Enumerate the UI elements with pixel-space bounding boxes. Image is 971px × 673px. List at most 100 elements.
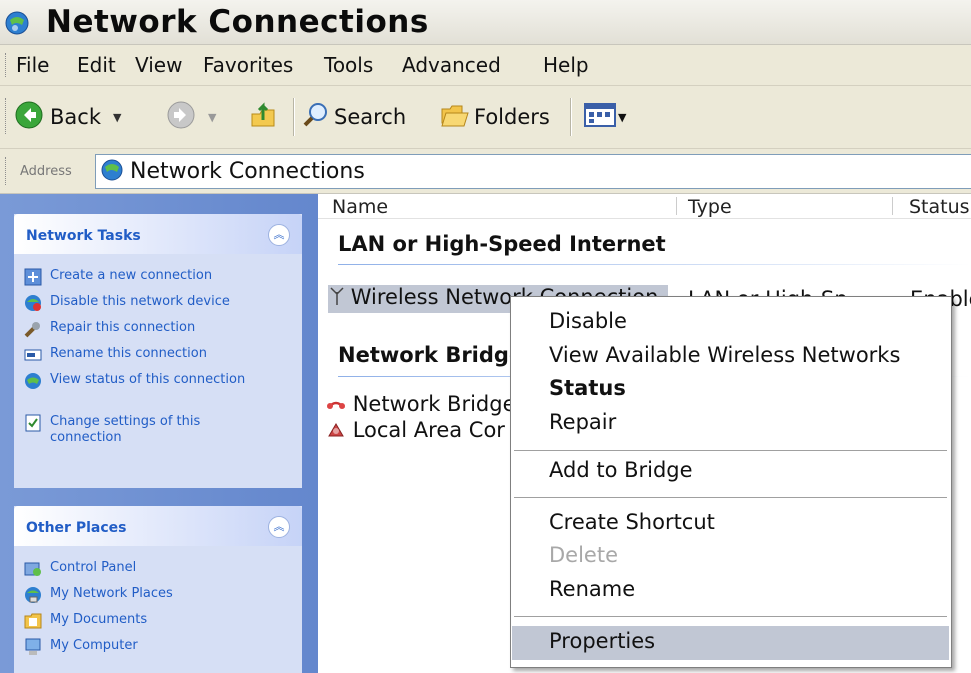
new-connection-icon: [24, 268, 42, 290]
network-tasks-header[interactable]: Network Tasks ︽: [14, 214, 302, 254]
menu-item-rename[interactable]: Rename: [512, 574, 949, 606]
wireless-antenna-icon: [330, 286, 344, 311]
task-disable-device[interactable]: Disable this network device: [24, 294, 230, 316]
menu-view[interactable]: View: [135, 53, 182, 77]
local-area-connection-icon: [326, 419, 346, 443]
column-name[interactable]: Name: [332, 196, 388, 218]
group-bridge-header: Network Bridge: [338, 343, 524, 367]
row-name: Network Bridge: [352, 392, 516, 416]
network-connections-icon: [4, 10, 30, 40]
computer-icon: [24, 638, 42, 660]
menu-item-repair[interactable]: Repair: [512, 407, 949, 439]
menu-item-label: Status: [549, 376, 626, 400]
menu-favorites[interactable]: Favorites: [203, 53, 293, 77]
repair-wrench-icon: [24, 320, 42, 342]
views-dropdown-icon[interactable]: ▼: [618, 111, 626, 124]
row-network-bridge[interactable]: Network Bridge: [326, 392, 516, 417]
toolbar-grip[interactable]: [5, 53, 9, 77]
menu-bar: File Edit View Favorites Tools Advanced …: [0, 45, 971, 86]
up-folder-icon: [248, 100, 278, 135]
back-dropdown-icon[interactable]: ▼: [113, 111, 121, 124]
menu-advanced[interactable]: Advanced: [402, 53, 501, 77]
menu-file[interactable]: File: [16, 53, 49, 77]
place-label: My Documents: [50, 612, 148, 627]
menu-tools[interactable]: Tools: [324, 53, 373, 77]
folders-icon: [440, 101, 470, 134]
toolbar-separator: [293, 98, 294, 136]
place-my-computer[interactable]: My Computer: [24, 638, 138, 660]
folders-button[interactable]: Folders: [440, 98, 550, 136]
menu-item-view-wireless-networks[interactable]: View Available Wireless Networks: [512, 340, 949, 372]
task-repair-connection[interactable]: Repair this connection: [24, 320, 195, 342]
search-label: Search: [334, 105, 407, 129]
column-status[interactable]: Status: [909, 196, 970, 218]
back-label: Back: [50, 105, 101, 129]
task-change-settings[interactable]: Change settings of this connection: [24, 414, 254, 446]
menu-help[interactable]: Help: [543, 53, 589, 77]
task-label: Repair this connection: [50, 320, 196, 335]
toolbar-grip[interactable]: [5, 157, 9, 185]
menu-separator: [514, 497, 947, 498]
group-divider: [338, 264, 971, 265]
task-label: View status of this connection: [50, 372, 246, 387]
task-label: Change settings of this connection: [50, 414, 201, 445]
forward-button[interactable]: ▼: [166, 98, 216, 136]
task-create-connection[interactable]: Create a new connection: [24, 268, 212, 290]
documents-folder-icon: [24, 612, 42, 634]
column-headers: Name Type Status: [318, 194, 971, 219]
place-label: Control Panel: [50, 560, 137, 575]
menu-item-label: Properties: [549, 629, 656, 653]
task-label: Disable this network device: [50, 294, 230, 309]
toolbar-grip[interactable]: [5, 98, 9, 134]
search-button[interactable]: Search: [302, 98, 406, 136]
network-connections-icon: [100, 158, 124, 186]
menu-item-status[interactable]: Status: [512, 373, 949, 405]
change-settings-icon: [24, 414, 42, 436]
toolbar-separator: [570, 98, 571, 136]
network-tasks-box: Network Tasks ︽ Create a new connection …: [14, 214, 302, 488]
menu-item-label: Repair: [549, 410, 617, 434]
other-places-box: Other Places ︽ Control Panel My Network …: [14, 506, 302, 673]
collapse-chevron-icon[interactable]: ︽: [268, 224, 290, 246]
up-folder-button[interactable]: [248, 98, 278, 136]
control-panel-icon: [24, 560, 42, 582]
menu-item-disable[interactable]: Disable: [512, 306, 949, 338]
column-divider[interactable]: [892, 197, 893, 215]
network-tasks-title: Network Tasks: [26, 228, 141, 244]
column-divider[interactable]: [676, 197, 677, 215]
address-label: Address: [20, 164, 72, 179]
menu-item-label: Add to Bridge: [549, 458, 693, 482]
back-button[interactable]: Back ▼: [14, 98, 121, 136]
collapse-chevron-icon[interactable]: ︽: [268, 516, 290, 538]
search-icon: [302, 101, 330, 134]
row-name: Local Area Cor: [352, 418, 505, 442]
other-places-header[interactable]: Other Places ︽: [14, 506, 302, 546]
views-button[interactable]: ▼: [584, 98, 626, 136]
place-control-panel[interactable]: Control Panel: [24, 560, 136, 582]
group-lan-header: LAN or High-Speed Internet: [338, 232, 666, 256]
row-local-area-connection[interactable]: Local Area Cor: [326, 418, 505, 443]
disable-device-icon: [24, 294, 42, 316]
menu-item-properties[interactable]: Properties: [512, 626, 949, 660]
network-bridge-icon: [326, 393, 346, 417]
task-rename-connection[interactable]: Rename this connection: [24, 346, 207, 368]
forward-dropdown-icon[interactable]: ▼: [208, 111, 216, 124]
rename-icon: [24, 346, 42, 368]
views-icon: [584, 102, 616, 133]
other-places-title: Other Places: [26, 520, 127, 536]
column-type[interactable]: Type: [688, 196, 732, 218]
menu-separator: [514, 616, 947, 617]
standard-toolbar: Back ▼ ▼ Search Folders ▼: [0, 86, 971, 149]
menu-item-add-to-bridge[interactable]: Add to Bridge: [512, 455, 949, 487]
forward-arrow-icon: [166, 100, 196, 135]
menu-edit[interactable]: Edit: [77, 53, 116, 77]
menu-item-label: Rename: [549, 577, 636, 601]
menu-item-create-shortcut[interactable]: Create Shortcut: [512, 507, 949, 539]
place-label: My Computer: [50, 638, 138, 653]
place-my-documents[interactable]: My Documents: [24, 612, 147, 634]
place-my-network-places[interactable]: My Network Places: [24, 586, 173, 608]
task-view-status[interactable]: View status of this connection: [24, 372, 254, 394]
address-input[interactable]: Network Connections: [95, 154, 971, 189]
folders-label: Folders: [474, 105, 550, 129]
menu-item-delete: Delete: [512, 540, 949, 572]
